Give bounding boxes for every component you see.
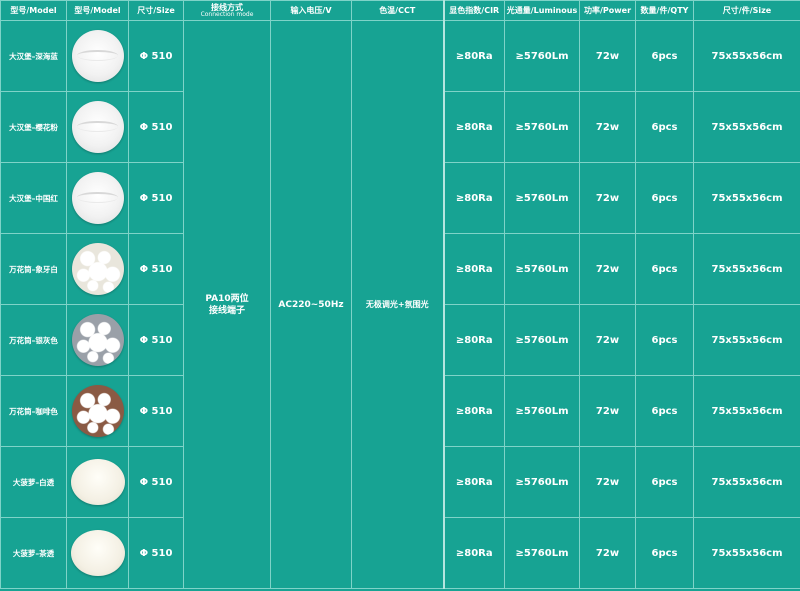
qty-cell: 6pcs	[635, 375, 694, 447]
product-image-cell	[66, 20, 129, 92]
ceiling-lamp-image	[71, 385, 124, 437]
luminous-cell: ≥5760Lm	[504, 375, 580, 447]
product-image-cell	[66, 446, 129, 518]
pack-size-cell: 75x55x56cm	[693, 233, 800, 305]
product-image-cell	[66, 233, 129, 305]
qty-cell: 6pcs	[635, 517, 694, 589]
cri-cell: ≥80Ra	[442, 91, 505, 163]
model-name-cell: 万花筒–象牙白	[0, 233, 67, 305]
luminous-cell: ≥5760Lm	[504, 20, 580, 92]
model-name-cell: 大汉堡–中国红	[0, 162, 67, 234]
luminous-cell: ≥5760Lm	[504, 233, 580, 305]
ceiling-lamp-image	[71, 243, 124, 295]
header-luminous: 光通量/Luminous	[504, 0, 580, 21]
qty-cell: 6pcs	[635, 162, 694, 234]
power-cell: 72w	[579, 233, 636, 305]
product-image-cell	[66, 517, 129, 589]
model-name-cell: 大菠萝–白透	[0, 446, 67, 518]
input-voltage-cell: AC220~50Hz	[270, 20, 352, 589]
header-connection: 接线方式 Connection mode	[183, 0, 271, 21]
size-cell: Φ 510	[128, 517, 184, 589]
pack-size-cell: 75x55x56cm	[693, 517, 800, 589]
header-cct: 色温/CCT	[351, 0, 444, 21]
size-cell: Φ 510	[128, 446, 184, 518]
cri-cell: ≥80Ra	[442, 304, 505, 376]
power-cell: 72w	[579, 446, 636, 518]
ceiling-lamp-image	[71, 30, 124, 82]
model-name-cell: 万花筒–银灰色	[0, 304, 67, 376]
header-voltage: 输入电压/V	[270, 0, 352, 21]
size-cell: Φ 510	[128, 233, 184, 305]
pack-size-cell: 75x55x56cm	[693, 304, 800, 376]
header-connection-sub: Connection mode	[200, 11, 254, 18]
ceiling-lamp-image	[71, 101, 124, 153]
connection-mode-cell: PA10两位 接线端子	[183, 20, 271, 589]
ceiling-lamp-image	[70, 530, 125, 576]
product-image-cell	[66, 304, 129, 376]
cri-cell: ≥80Ra	[442, 162, 505, 234]
qty-cell: 6pcs	[635, 446, 694, 518]
header-qty: 数量/件/QTY	[635, 0, 694, 21]
cct-cell: 无极调光+氛围光	[351, 20, 444, 589]
qty-cell: 6pcs	[635, 20, 694, 92]
qty-cell: 6pcs	[635, 233, 694, 305]
pack-size-cell: 75x55x56cm	[693, 20, 800, 92]
power-cell: 72w	[579, 20, 636, 92]
header-model-image: 型号/Model	[66, 0, 129, 21]
power-cell: 72w	[579, 91, 636, 163]
ceiling-lamp-image	[70, 459, 125, 505]
product-image-cell	[66, 375, 129, 447]
header-power: 功率/Power	[579, 0, 636, 21]
size-cell: Φ 510	[128, 162, 184, 234]
model-name-cell: 万花筒–咖啡色	[0, 375, 67, 447]
header-model: 型号/Model	[0, 0, 67, 21]
size-cell: Φ 510	[128, 304, 184, 376]
power-cell: 72w	[579, 517, 636, 589]
luminous-cell: ≥5760Lm	[504, 304, 580, 376]
power-cell: 72w	[579, 162, 636, 234]
pack-size-cell: 75x55x56cm	[693, 162, 800, 234]
luminous-cell: ≥5760Lm	[504, 162, 580, 234]
luminous-cell: ≥5760Lm	[504, 91, 580, 163]
cri-cell: ≥80Ra	[442, 20, 505, 92]
size-cell: Φ 510	[128, 375, 184, 447]
header-cri: 显色指数/CIR	[442, 0, 505, 21]
qty-cell: 6pcs	[635, 91, 694, 163]
power-cell: 72w	[579, 375, 636, 447]
table-row: 大汉堡–深海蓝 Φ 510 PA10两位 接线端子 AC220~50Hz 无极调光+氛围…	[0, 20, 800, 589]
cri-cell: ≥80Ra	[442, 446, 505, 518]
luminous-cell: ≥5760Lm	[504, 446, 580, 518]
cri-cell: ≥80Ra	[442, 233, 505, 305]
cri-cell: ≥80Ra	[442, 517, 505, 589]
qty-cell: 6pcs	[635, 304, 694, 376]
model-name-cell: 大菠萝–茶透	[0, 517, 67, 589]
product-image-cell	[66, 162, 129, 234]
power-cell: 72w	[579, 304, 636, 376]
pack-size-cell: 75x55x56cm	[693, 446, 800, 518]
model-name-cell: 大汉堡–樱花粉	[0, 91, 67, 163]
cri-cell: ≥80Ra	[442, 375, 505, 447]
product-image-cell	[66, 91, 129, 163]
size-cell: Φ 510	[128, 91, 184, 163]
ceiling-lamp-image	[71, 172, 124, 224]
pack-size-cell: 75x55x56cm	[693, 375, 800, 447]
header-row: 型号/Model 型号/Model 尺寸/Size 接线方式 Connectio…	[0, 0, 800, 21]
product-spec-table: 型号/Model 型号/Model 尺寸/Size 接线方式 Connectio…	[0, 0, 800, 589]
size-cell: Φ 510	[128, 20, 184, 92]
model-name-cell: 大汉堡–深海蓝	[0, 20, 67, 92]
pack-size-cell: 75x55x56cm	[693, 91, 800, 163]
table-body: 大汉堡–深海蓝 Φ 510 PA10两位 接线端子 AC220~50Hz 无极调光+氛围…	[0, 20, 800, 589]
header-pack-size: 尺寸/件/Size	[693, 0, 800, 21]
luminous-cell: ≥5760Lm	[504, 517, 580, 589]
ceiling-lamp-image	[71, 314, 124, 366]
header-size: 尺寸/Size	[128, 0, 184, 21]
